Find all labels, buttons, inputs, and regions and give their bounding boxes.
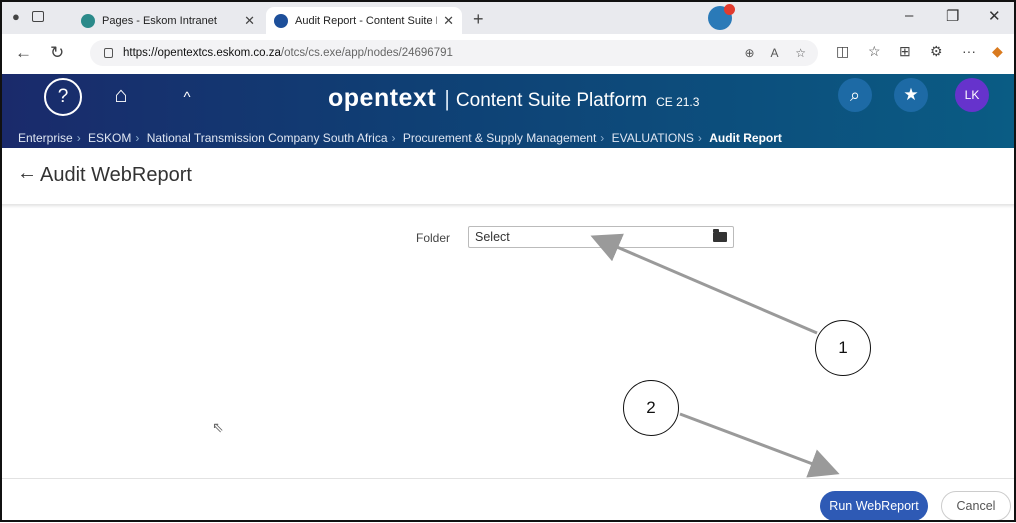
product-name: Content Suite Platform bbox=[455, 90, 648, 111]
folder-picker-value: Select bbox=[475, 230, 510, 244]
url-path: /otcs/cs.exe/app/nodes/24696791 bbox=[280, 47, 453, 59]
cancel-button[interactable]: Cancel bbox=[941, 491, 1011, 521]
zoom-icon[interactable]: ⊕ bbox=[744, 46, 754, 60]
close-window-icon[interactable]: ✕ bbox=[988, 7, 1001, 25]
breadcrumb-item[interactable]: ESKOM bbox=[88, 131, 131, 145]
restore-icon[interactable]: ❐ bbox=[946, 7, 959, 25]
folder-label: Folder bbox=[416, 231, 451, 245]
favorites-bar-icon[interactable]: ☆ bbox=[868, 43, 881, 60]
product-version: CE 21.3 bbox=[656, 95, 700, 109]
copilot-icon[interactable] bbox=[708, 4, 735, 30]
more-icon[interactable]: ··· bbox=[962, 43, 976, 59]
browser-tab-strip: ● Pages - Eskom Intranet ✕ Audit Report … bbox=[0, 0, 1016, 34]
sharepoint-icon bbox=[81, 13, 95, 28]
app-header: ? ⌂ ^ opentext | Content Suite Platform … bbox=[0, 74, 1016, 148]
extensions-icon[interactable]: ⚙ bbox=[930, 43, 943, 60]
tab-pages-eskom-intranet[interactable]: Pages - Eskom Intranet ✕ bbox=[73, 7, 263, 34]
breadcrumb-item[interactable]: EVALUATIONS bbox=[612, 131, 694, 145]
run-webreport-button[interactable]: Run WebReport bbox=[820, 491, 928, 521]
url-field[interactable]: https://opentextcs.eskom.co.za/otcs/cs.e… bbox=[90, 40, 818, 66]
read-aloud-icon[interactable]: A bbox=[771, 46, 779, 60]
favorites-star-icon[interactable]: ★ bbox=[894, 78, 928, 112]
avatar[interactable]: LK bbox=[955, 78, 989, 112]
breadcrumb: Enterprise › ESKOM › National Transmission… bbox=[18, 131, 782, 145]
minimize-icon[interactable]: – bbox=[905, 7, 913, 24]
collections-icon[interactable]: ⊞ bbox=[899, 43, 911, 60]
home-icon[interactable]: ⌂ bbox=[104, 78, 138, 112]
callout-1: 1 bbox=[815, 320, 871, 376]
profile-icon[interactable]: ● bbox=[12, 9, 20, 24]
refresh-icon[interactable]: ↻ bbox=[50, 43, 64, 63]
opentext-icon bbox=[274, 13, 288, 28]
close-icon[interactable]: ✕ bbox=[244, 13, 255, 29]
opentext-logo: opentext bbox=[328, 84, 437, 112]
split-screen-icon[interactable]: ◫ bbox=[836, 43, 849, 60]
tab-audit-report[interactable]: Audit Report - Content Suite Platf ✕ bbox=[266, 7, 462, 34]
page-title: Audit WebReport bbox=[40, 164, 192, 186]
window-system-icons: ● bbox=[12, 9, 44, 24]
favorite-icon[interactable]: ☆ bbox=[795, 46, 806, 60]
back-arrow-icon[interactable]: ← bbox=[17, 162, 37, 185]
close-icon[interactable]: ✕ bbox=[443, 13, 454, 29]
mouse-cursor-icon: ⇖ bbox=[212, 419, 224, 435]
action-footer: Run WebReport Cancel bbox=[0, 478, 1016, 523]
address-bar-row: ← ↻ https://opentextcs.eskom.co.za/otcs/… bbox=[0, 34, 1016, 75]
lock-icon bbox=[104, 48, 113, 58]
search-icon[interactable]: ⌕ bbox=[838, 78, 872, 112]
breadcrumb-item[interactable]: Procurement & Supply Management bbox=[403, 131, 596, 145]
folder-picker[interactable]: Select bbox=[468, 226, 734, 248]
new-tab-icon[interactable]: + bbox=[473, 9, 484, 30]
breadcrumb-item[interactable]: National Transmission Company South Afri… bbox=[147, 131, 388, 145]
folder-icon[interactable] bbox=[713, 229, 727, 242]
tab-title: Pages - Eskom Intranet bbox=[102, 14, 217, 27]
url-host: https://opentextcs.eskom.co.za bbox=[123, 47, 281, 59]
callout-2: 2 bbox=[623, 380, 679, 436]
url-action-icons: ⊕ A ☆ bbox=[744, 46, 806, 60]
chevron-up-icon[interactable]: ^ bbox=[170, 80, 204, 114]
brand: opentext | Content Suite Platform CE 21.… bbox=[328, 84, 699, 113]
copilot-sidebar-icon[interactable]: ◆ bbox=[992, 43, 1003, 60]
breadcrumb-current: Audit Report bbox=[709, 131, 782, 145]
breadcrumb-item[interactable]: Enterprise bbox=[18, 131, 73, 145]
page-header: ← Audit WebReport bbox=[0, 148, 1016, 204]
back-icon[interactable]: ← bbox=[15, 43, 32, 63]
tab-title: Audit Report - Content Suite Platf bbox=[295, 14, 437, 27]
help-icon[interactable]: ? bbox=[44, 78, 82, 116]
brand-divider: | bbox=[444, 86, 450, 111]
tab-actions-icon[interactable] bbox=[31, 11, 44, 22]
